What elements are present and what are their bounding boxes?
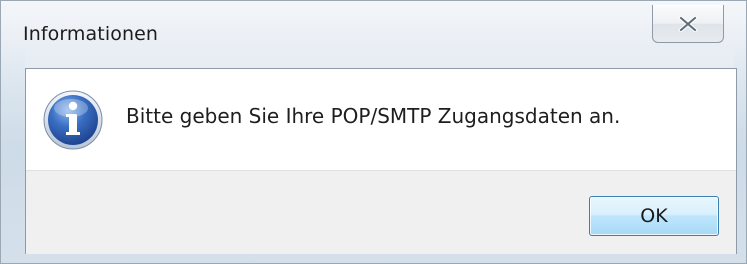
button-bar: OK — [26, 170, 736, 254]
window-frame-left — [1, 41, 25, 264]
info-icon — [43, 90, 103, 150]
dialog-client-area: Bitte geben Sie Ihre POP/SMTP Zugangsdat… — [25, 68, 737, 254]
message-text: Bitte geben Sie Ihre POP/SMTP Zugangsdat… — [126, 104, 621, 128]
close-icon — [678, 15, 698, 32]
message-area: Bitte geben Sie Ihre POP/SMTP Zugangsdat… — [26, 69, 736, 170]
window-title: Informationen — [23, 23, 159, 45]
ok-button[interactable]: OK — [589, 196, 719, 236]
dialog-window: Informationen Bitte geben Sie Ihre POP/S… — [0, 0, 747, 264]
close-button[interactable] — [652, 5, 724, 43]
